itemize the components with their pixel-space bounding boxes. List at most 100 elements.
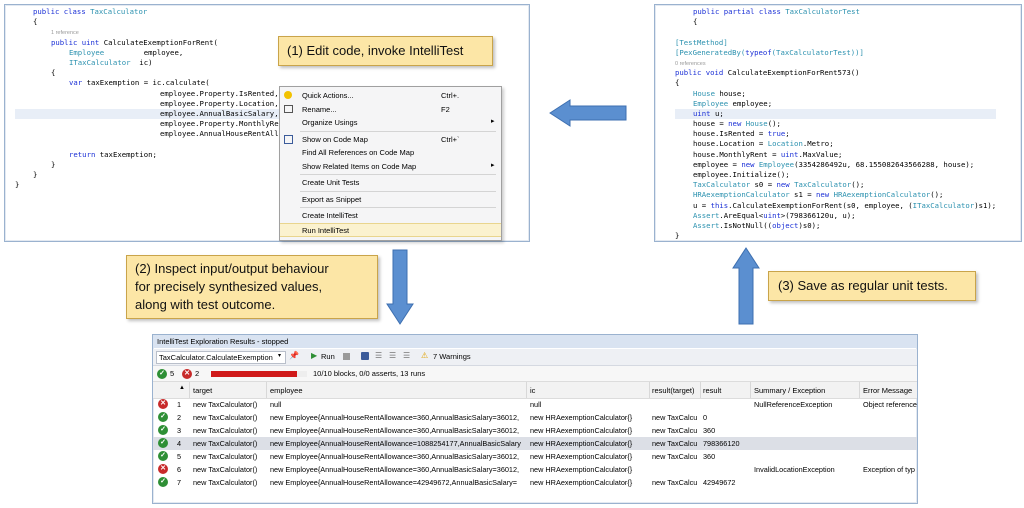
pass-count: 5 <box>170 369 175 378</box>
cell-employee: new Employee{AnnualHouseRentAllowance=36… <box>270 426 520 435</box>
code-token: u = <box>693 200 711 210</box>
code-token: employee; <box>728 98 773 108</box>
warning-icon[interactable]: ⚠ <box>421 351 428 360</box>
filter-icon[interactable]: ☰ <box>375 351 382 360</box>
filter-icon-3[interactable]: ☰ <box>403 351 410 360</box>
code-token: new <box>728 119 746 129</box>
code-line: var taxExemption = ic.calculate( <box>15 78 314 88</box>
code-token: (); <box>767 119 781 129</box>
callout-step2: (2) Inspect input/output behaviour for p… <box>126 255 378 319</box>
code-line: { <box>15 68 314 78</box>
col-employee[interactable]: employee <box>270 386 303 395</box>
table-row[interactable]: ✕ 6 new TaxCalculator() new Employee{Annual… <box>153 463 917 476</box>
play-icon[interactable]: ▶ <box>311 351 317 360</box>
code-token: public uint <box>51 37 104 47</box>
cell-result-target: new TaxCalcu <box>652 413 698 422</box>
lightbulb-icon <box>284 91 292 99</box>
menu-item-label: Run IntelliTest <box>302 225 350 235</box>
table-row[interactable]: ✓ 4 new TaxCalculator() new Employee{Annual… <box>153 437 917 450</box>
code-line: } <box>15 160 314 170</box>
method-dropdown[interactable]: TaxCalculator.CalculateExemption ▾ <box>156 351 286 364</box>
pass-icon: ✓ <box>158 438 168 448</box>
cell-n: 1 <box>177 400 182 409</box>
cell-result-target: new TaxCalcu <box>652 478 698 487</box>
table-row[interactable]: ✓ 3 new TaxCalculator() new Employee{Annual… <box>153 424 917 437</box>
fail-count: 2 <box>195 369 200 378</box>
col-error[interactable]: Error Message <box>863 386 912 395</box>
code-line: employee.AnnualBasicSalary, <box>15 108 314 120</box>
cell-target: new TaxCalculator() <box>193 452 258 461</box>
table-row[interactable]: ✓ 7 new TaxCalculator() new Employee{Annual… <box>153 476 917 489</box>
code-token: .Metro; <box>802 139 834 149</box>
menu-item-rename[interactable]: Rename... F2 <box>280 103 501 116</box>
cell-error: Object reference <box>863 400 917 409</box>
method-dropdown-value: TaxCalculator.CalculateExemption <box>159 353 273 362</box>
table-row[interactable]: ✓ 2 new TaxCalculator() new Employee{Annual… <box>153 411 917 424</box>
pass-icon: ✓ <box>158 451 168 461</box>
code-line: { <box>675 78 996 88</box>
code-editor-right[interactable]: public partial class TaxCalculatorTest{[… <box>654 4 1022 242</box>
cell-error: Exception of typ <box>863 465 915 474</box>
stop-icon[interactable] <box>343 353 350 360</box>
code-token: employee.Property.Location, <box>15 98 279 108</box>
menu-item-label: Organize Usings <box>302 118 358 127</box>
table-row[interactable]: ✕ 1 new TaxCalculator() null null NullReferen… <box>153 398 917 411</box>
warnings-count[interactable]: 7 Warnings <box>433 352 471 361</box>
arrow-up-icon <box>732 247 760 325</box>
code-line: employee = new Employee(3354286492u, 68.… <box>675 160 996 170</box>
cell-ic: new HRAexemptionCalculator{} <box>530 465 633 474</box>
menu-separator <box>300 207 496 208</box>
callout-step3: (3) Save as regular unit tests. <box>768 271 976 301</box>
menu-item-organize-usings[interactable]: Organize Usings ▸ <box>280 116 501 129</box>
run-button[interactable]: Run <box>321 352 335 361</box>
code-token: s0 = <box>750 180 777 190</box>
code-token: public void <box>675 68 728 78</box>
pin-icon[interactable]: 📌 <box>289 351 299 360</box>
menu-item-find-all-references-on-code-map[interactable]: Find All References on Code Map <box>280 146 501 159</box>
code-line: house.Location = Location.Metro; <box>675 139 996 149</box>
menu-item-show-related-items-on-code-map[interactable]: Show Related Items on Code Map ▸ <box>280 160 501 173</box>
menu-item-export-as-snippet[interactable]: Export as Snippet <box>280 193 501 206</box>
code-token: >(798366120u, u); <box>780 210 856 220</box>
code-token: public partial class <box>693 7 786 16</box>
code-token: new <box>741 159 759 169</box>
cell-ic: new HRAexemptionCalculator{} <box>530 439 633 448</box>
code-token: typeof <box>745 47 772 57</box>
sort-arrow-icon[interactable]: ▲ <box>179 385 185 391</box>
menu-item-shortcut: Ctrl+. <box>441 91 460 100</box>
menu-item-shortcut: F2 <box>441 104 450 114</box>
code-line: Assert.IsNotNull((object)s0); <box>675 221 996 231</box>
col-target[interactable]: target <box>193 386 212 395</box>
menu-item-create-intellitest[interactable]: Create IntelliTest <box>280 209 501 222</box>
cell-result-target: new TaxCalcu <box>652 439 698 448</box>
menu-item-quick-actions[interactable]: Quick Actions... Ctrl+. <box>280 89 501 102</box>
cell-result: 360 <box>703 452 716 461</box>
callout-step1: (1) Edit code, invoke IntelliTest <box>278 36 493 66</box>
progress-fill <box>211 371 298 377</box>
col-ic[interactable]: ic <box>530 386 535 395</box>
menu-item-create-unit-tests[interactable]: Create Unit Tests <box>280 176 501 189</box>
save-icon[interactable] <box>361 352 369 360</box>
callout-step2-line3: along with test outcome. <box>135 297 276 312</box>
code-token: employee.Initialize(); <box>693 170 790 179</box>
code-token: taxExemption; <box>99 149 157 159</box>
col-result[interactable]: result <box>703 386 721 395</box>
code-token: employee.Property.MonthlyRent, <box>15 119 292 129</box>
code-line: employee.AnnualHouseRentAllowance); <box>15 129 314 139</box>
menu-separator <box>300 190 496 192</box>
code-token: { <box>675 78 680 88</box>
code-token: CalculateExemptionForRent573() <box>727 68 860 78</box>
col-summary[interactable]: Summary / Exception <box>754 386 825 395</box>
menu-item-run-intellitest[interactable]: Run IntelliTest <box>280 222 501 237</box>
code-token: [PexGeneratedBy( <box>675 47 746 57</box>
progress-track <box>211 371 307 377</box>
code-line: House house; <box>675 89 996 99</box>
col-result-target[interactable]: result(target) <box>652 386 695 395</box>
cell-target: new TaxCalculator() <box>193 465 258 474</box>
menu-item-show-on-code-map[interactable]: Show on Code Map Ctrl+` <box>280 133 501 146</box>
table-row[interactable]: ✓ 5 new TaxCalculator() new Employee{Annual… <box>153 450 917 463</box>
filter-icon-2[interactable]: ☰ <box>389 351 396 360</box>
code-token: this <box>710 200 729 210</box>
callout-step1-text: (1) Edit code, invoke IntelliTest <box>287 43 464 58</box>
cell-n: 2 <box>177 413 182 422</box>
